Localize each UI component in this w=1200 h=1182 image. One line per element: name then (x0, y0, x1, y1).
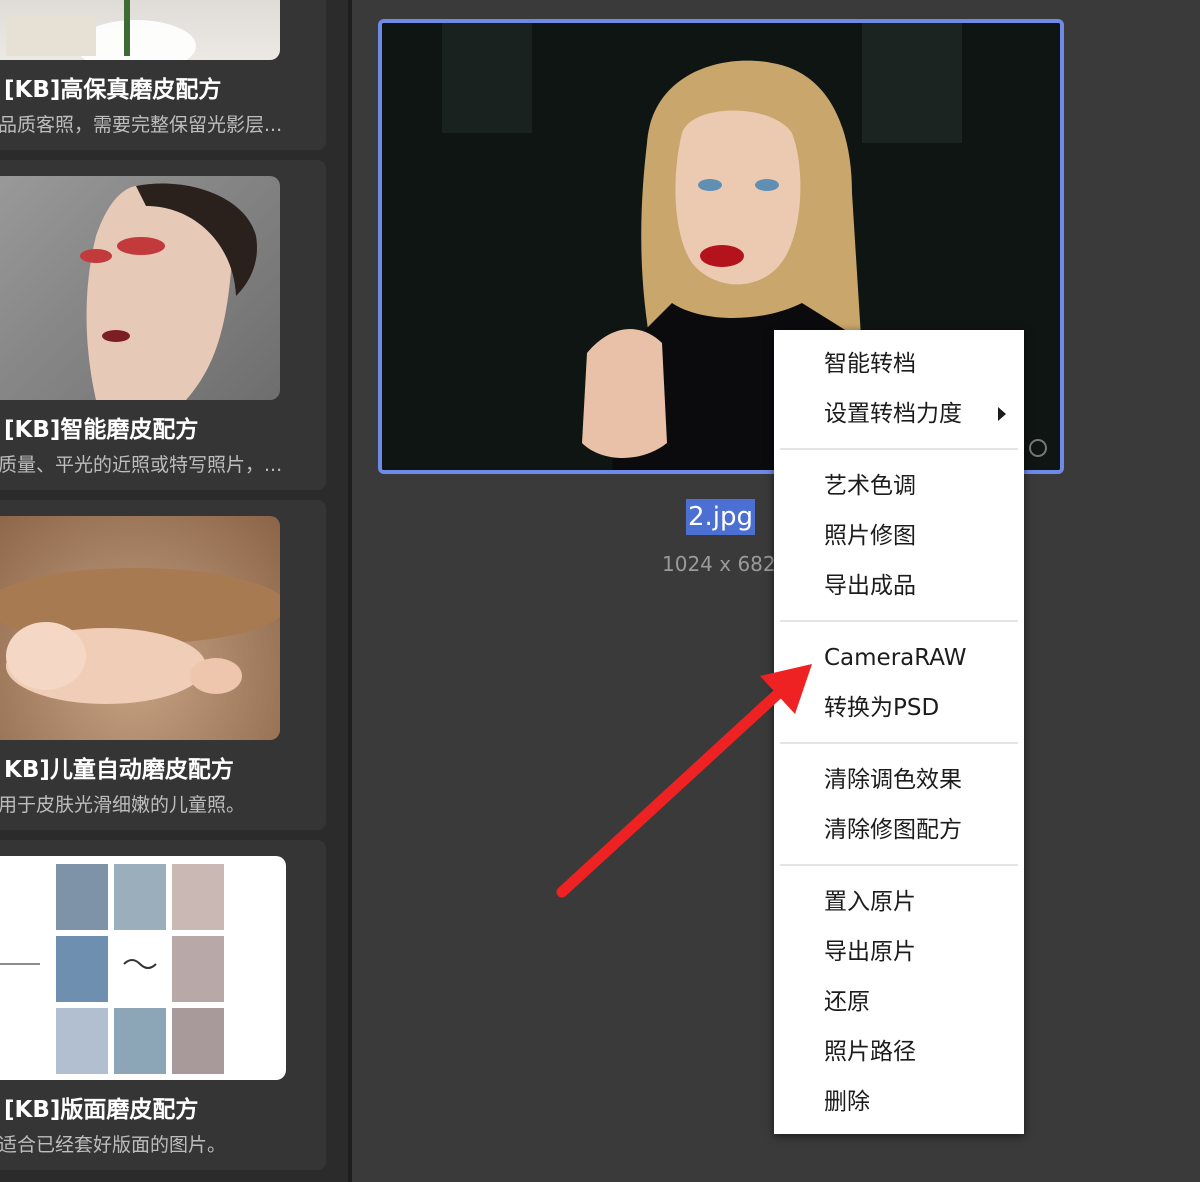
menu-item-delete[interactable]: 删除 (824, 1082, 870, 1122)
menu-item-export-final[interactable]: 导出成品 (824, 566, 916, 606)
photo-filename[interactable]: 2.jpg (686, 499, 756, 535)
menu-item-smart-convert[interactable]: 智能转档 (824, 344, 916, 384)
preset-card[interactable]: [KB]高保真磨皮配方 品质客照，需要完整保留光影层... (0, 0, 326, 150)
menu-item-clear-retouch-preset[interactable]: 清除修图配方 (824, 810, 962, 850)
menu-item-label: 设置转档力度 (824, 401, 962, 427)
preset-thumbnail (0, 856, 286, 1080)
preset-title: KB]儿童自动磨皮配方 (4, 757, 234, 783)
preset-title: [KB]高保真磨皮配方 (4, 77, 222, 103)
menu-separator (780, 620, 1018, 622)
preset-description: 用于皮肤光滑细嫩的儿童照。 (0, 794, 246, 816)
context-menu: 智能转档 设置转档力度 艺术色调 照片修图 导出成品 CameraRAW 转换为… (774, 330, 1024, 1134)
preset-card[interactable]: [KB]智能磨皮配方 质量、平光的近照或特写照片，... (0, 160, 326, 490)
menu-item-export-original[interactable]: 导出原片 (824, 932, 916, 972)
preset-thumbnail (0, 176, 280, 400)
preset-description: 质量、平光的近照或特写照片，... (0, 454, 283, 476)
menu-item-camera-raw[interactable]: CameraRAW (824, 638, 967, 678)
preset-description: 品质客照，需要完整保留光影层... (0, 114, 283, 136)
menu-item-art-tone[interactable]: 艺术色调 (824, 466, 916, 506)
preset-thumbnail (0, 516, 280, 740)
photo-dimensions: 1024 x 682 (662, 552, 776, 576)
menu-item-place-original[interactable]: 置入原片 (824, 882, 916, 922)
panel-divider[interactable] (348, 0, 352, 1182)
preset-card[interactable]: [KB]版面磨皮配方 适合已经套好版面的图片。 (0, 840, 326, 1170)
preset-card[interactable]: KB]儿童自动磨皮配方 用于皮肤光滑细嫩的儿童照。 (0, 500, 326, 830)
menu-separator (780, 864, 1018, 866)
menu-item-set-convert-strength[interactable]: 设置转档力度 (824, 394, 1024, 434)
menu-separator (780, 742, 1018, 744)
submenu-arrow-icon (998, 407, 1006, 421)
menu-item-restore[interactable]: 还原 (824, 982, 870, 1022)
preset-thumbnail (0, 0, 280, 60)
preset-title: [KB]智能磨皮配方 (4, 417, 199, 443)
menu-item-clear-color-effect[interactable]: 清除调色效果 (824, 760, 962, 800)
menu-separator (780, 448, 1018, 450)
preset-title: [KB]版面磨皮配方 (4, 1097, 199, 1123)
menu-item-photo-retouch[interactable]: 照片修图 (824, 516, 916, 556)
preset-panel: [KB]高保真磨皮配方 品质客照，需要完整保留光影层... [KB]智能磨皮配方… (0, 0, 350, 1182)
menu-item-photo-path[interactable]: 照片路径 (824, 1032, 916, 1072)
menu-item-convert-psd[interactable]: 转换为PSD (824, 688, 939, 728)
preset-description: 适合已经套好版面的图片。 (0, 1134, 227, 1156)
